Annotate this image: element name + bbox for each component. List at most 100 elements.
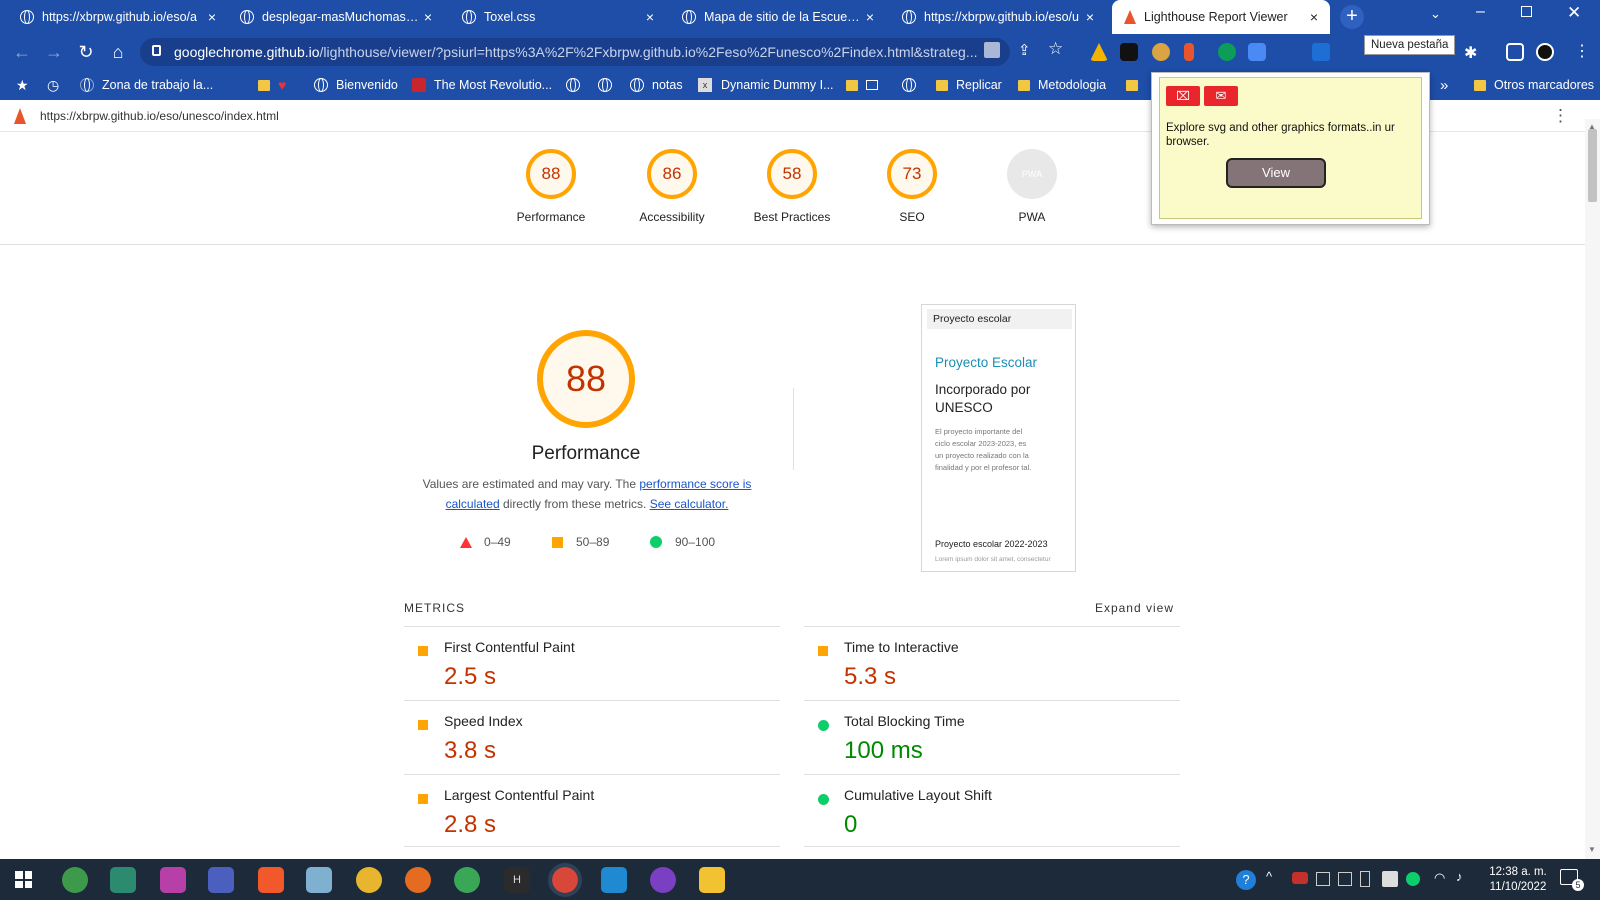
shield-tray-icon[interactable] (1382, 871, 1398, 887)
scroll-down-arrow[interactable]: ▼ (1588, 845, 1596, 854)
gauge-performance[interactable]: 88 Performance (501, 149, 601, 224)
window-close-button[interactable]: ✕ (1567, 3, 1581, 23)
history-icon[interactable]: ◷ (47, 70, 59, 100)
tab-eso-u[interactable]: https://xbrpw.github.io/eso/u × (890, 0, 1106, 34)
wifi-icon[interactable]: ◠ (1434, 870, 1445, 886)
bookmark-zona-trabajo[interactable]: Zona de trabajo la... (80, 70, 213, 100)
github-icon[interactable] (650, 867, 676, 893)
report-tools-menu-icon[interactable]: ⋮ (1552, 106, 1569, 126)
profile-avatar[interactable] (1536, 43, 1554, 61)
share-icon[interactable]: ⇪ (1018, 41, 1031, 59)
bookmark-most-revolutionary[interactable]: The Most Revolutio... (412, 70, 552, 100)
bookmarks-overflow-button[interactable]: » (1440, 70, 1448, 100)
tab-toxel[interactable]: Toxel.css × (450, 0, 666, 34)
bookmark-label: Replicar (956, 78, 1002, 92)
translate-extension-icon[interactable] (1248, 43, 1266, 61)
extensions-puzzle-icon[interactable]: ✱ (1464, 43, 1482, 62)
globe-icon (902, 10, 916, 24)
bookmark-dynamic-dummy[interactable]: x Dynamic Dummy I... (698, 70, 834, 100)
bookmark-folder[interactable]: ♥ (258, 70, 286, 100)
chrome-icon[interactable] (356, 867, 382, 893)
close-icon[interactable]: × (420, 9, 436, 25)
drive-extension-icon[interactable] (1090, 43, 1108, 61)
file-explorer-icon[interactable] (699, 867, 725, 893)
lighthouse-extension-icon[interactable] (1184, 43, 1194, 61)
gauge-accessibility[interactable]: 86 Accessibility (622, 149, 722, 224)
bookmark-otros-marcadores[interactable]: Otros marcadores (1474, 70, 1594, 100)
bookmark-globe-1[interactable] (566, 70, 580, 100)
brave-icon[interactable] (258, 867, 284, 893)
mail-extension-icon[interactable] (1120, 43, 1138, 61)
bookmark-bienvenido[interactable]: Bienvenido (314, 70, 398, 100)
bookmark-folder-3[interactable] (1126, 70, 1146, 100)
bookmark-metodologia[interactable]: Metodologia (1018, 70, 1106, 100)
star-icon[interactable]: ☆ (1048, 39, 1063, 59)
security-tray-icon[interactable] (1406, 872, 1420, 886)
bookmark-label: notas (652, 78, 683, 92)
help-icon[interactable]: ? (1236, 870, 1256, 890)
report-url[interactable]: https://xbrpw.github.io/eso/unesco/index… (40, 109, 279, 123)
bookmark-folder-2[interactable] (846, 70, 878, 100)
kebab-menu-icon[interactable]: ⋮ (1574, 41, 1590, 61)
restore-button[interactable] (1521, 6, 1532, 17)
bookmark-notas[interactable]: notas (630, 70, 683, 100)
new-tab-button[interactable]: + (1340, 5, 1364, 29)
forward-button[interactable]: → (38, 34, 70, 70)
legend-fail: 0–49 (460, 535, 511, 549)
tab-mapa-sitio[interactable]: Mapa de sitio de la Escuela Sr × (670, 0, 886, 34)
back-button[interactable]: ← (6, 34, 38, 70)
home-button[interactable]: ⌂ (102, 34, 134, 70)
reload-button[interactable]: ↻ (70, 34, 102, 70)
windows-start-icon[interactable] (15, 871, 32, 888)
tray-app-icon[interactable] (1338, 872, 1352, 886)
gauge-best-practices[interactable]: 58 Best Practices (742, 149, 842, 224)
gauge-pwa[interactable]: PWA PWA (982, 149, 1082, 224)
close-icon[interactable]: × (862, 9, 878, 25)
see-calculator-link[interactable]: See calculator. (650, 497, 729, 511)
tray-app-icon[interactable] (1316, 872, 1330, 886)
final-screenshot[interactable]: Proyecto escolar Proyecto Escolar Incorp… (921, 304, 1076, 572)
tab-search-icon[interactable]: ⌄ (1430, 6, 1441, 22)
chrome-profile-icon[interactable] (62, 867, 88, 893)
firefox-icon[interactable] (405, 867, 431, 893)
close-icon[interactable]: × (204, 9, 220, 25)
shield-extension-icon[interactable] (1218, 43, 1236, 61)
gauge-seo[interactable]: 73 SEO (862, 149, 962, 224)
side-panel-icon[interactable] (1506, 43, 1524, 61)
app-icon[interactable] (208, 867, 234, 893)
address-bar[interactable]: googlechrome.github.io/lighthouse/viewer… (140, 38, 1010, 66)
mail-icon[interactable]: ✉ (1204, 86, 1238, 106)
chrome-icon[interactable] (454, 867, 480, 893)
minimize-button[interactable]: – (1476, 3, 1485, 21)
app-icon[interactable] (306, 867, 332, 893)
app-icon[interactable]: H (504, 867, 530, 893)
close-icon[interactable]: × (642, 9, 658, 25)
view-button[interactable]: View (1226, 158, 1326, 188)
close-icon[interactable]: × (1306, 9, 1322, 25)
app-icon[interactable] (110, 867, 136, 893)
close-icon[interactable]: × (1082, 9, 1098, 25)
bookmark-replicar[interactable]: Replicar (936, 70, 1002, 100)
bookmark-globe-2[interactable] (598, 70, 612, 100)
page-scrollbar[interactable]: ▲ ▼ (1585, 119, 1600, 859)
battery-icon[interactable] (1360, 871, 1370, 887)
vscode-icon[interactable] (601, 867, 627, 893)
scroll-thumb[interactable] (1588, 129, 1597, 202)
app-icon[interactable] (160, 867, 186, 893)
hp-extension-icon[interactable] (1312, 43, 1330, 61)
clock[interactable]: 12:38 a. m. 11/10/2022 (1478, 865, 1558, 895)
smiley-extension-icon[interactable] (1152, 43, 1170, 61)
translate-icon[interactable] (984, 42, 1000, 58)
bookmark-globe-3[interactable] (902, 70, 916, 100)
tab-lighthouse[interactable]: Lighthouse Report Viewer × (1112, 0, 1330, 34)
chrome-active-icon[interactable] (548, 863, 582, 897)
tray-app-icon[interactable] (1292, 872, 1308, 884)
volume-icon[interactable]: ♪ (1456, 869, 1463, 884)
expand-view-button[interactable]: Expand view (1095, 601, 1174, 615)
bookmark-star-icon[interactable]: ★ (16, 70, 29, 100)
bookmark-label: Zona de trabajo la... (102, 78, 214, 92)
tab-eso-a[interactable]: https://xbrpw.github.io/eso/a × (8, 0, 228, 34)
tray-chevron-icon[interactable]: ^ (1266, 869, 1272, 884)
svg-export-icon[interactable]: ⌧ (1166, 86, 1200, 106)
tab-desplegar[interactable]: desplegar-masMuchomas.htm × (228, 0, 444, 34)
